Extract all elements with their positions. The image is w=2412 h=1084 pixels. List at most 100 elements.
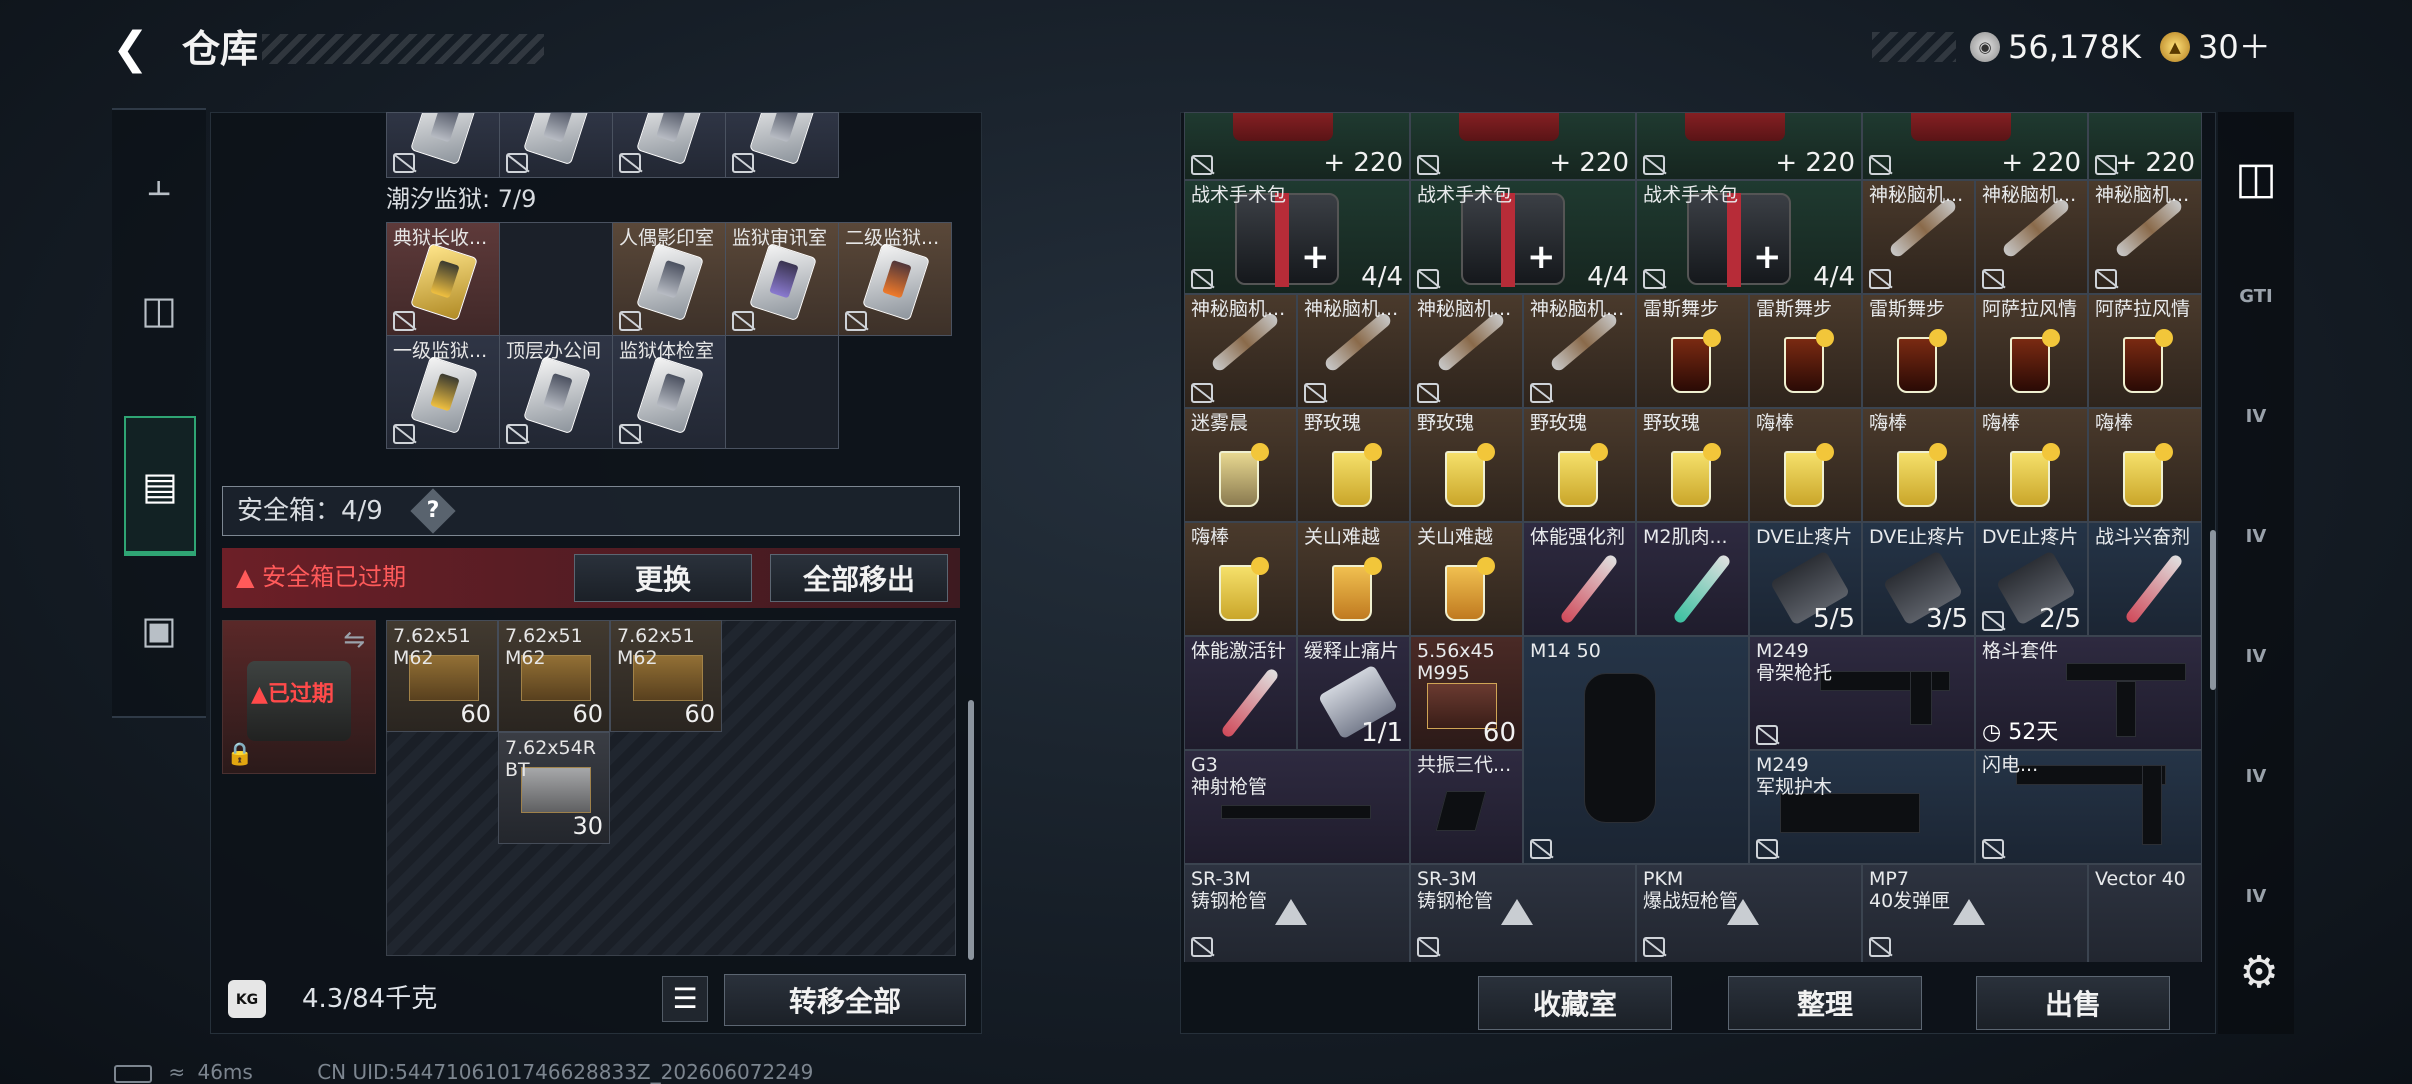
grid-item[interactable]: 野玫瑰 — [1410, 408, 1523, 522]
grid-item[interactable]: 野玫瑰 — [1523, 408, 1636, 522]
organize-button[interactable]: 整理 — [1728, 976, 1922, 1030]
grid-item[interactable]: 战斗兴奋剂 — [2088, 522, 2202, 636]
grid-item[interactable]: 阿萨拉风情 — [1975, 294, 2088, 408]
grid-item[interactable]: DVE止疼片 5/5 — [1749, 522, 1862, 636]
keycard-item[interactable]: 一级监狱... — [386, 335, 500, 449]
grid-item[interactable]: 雷斯舞步 — [1862, 294, 1975, 408]
keycard-slot[interactable] — [386, 112, 500, 178]
timer-badge: ◷ 52天 — [1982, 720, 2059, 745]
keycard-slot[interactable] — [725, 112, 839, 178]
storage-page-4[interactable]: IV — [2218, 480, 2294, 592]
grid-item[interactable]: 关山难越 — [1410, 522, 1523, 636]
ammo-item[interactable]: 7.62x54R BT 30 — [498, 732, 610, 844]
grid-item[interactable]: + 220 — [2088, 112, 2202, 180]
grid-item[interactable]: 神秘脑机... — [1523, 294, 1636, 408]
grid-item[interactable]: 缓释止痛片 1/1 — [1297, 636, 1410, 750]
keycard-slot[interactable] — [612, 112, 726, 178]
keycard-item[interactable]: 人偶影印室 — [612, 222, 726, 336]
grid-item[interactable]: 雷斯舞步 — [1749, 294, 1862, 408]
grid-item[interactable]: 嗨棒 — [2088, 408, 2202, 522]
keycard-item[interactable]: 监狱体检室 — [612, 335, 726, 449]
grid-item[interactable]: 野玫瑰 — [1297, 408, 1410, 522]
keycard-item[interactable]: 典狱长收... — [386, 222, 500, 336]
grid-item[interactable]: 神秘脑机... — [1862, 180, 1975, 294]
grid-item[interactable]: SR-3M 铸钢枪管 — [1410, 864, 1636, 962]
gear-icon[interactable]: ⚙ — [2236, 950, 2282, 996]
expired-tag: ▲已过期 — [251, 682, 334, 707]
transfer-all-button[interactable]: 转移全部 — [724, 974, 966, 1026]
help-icon[interactable]: ? — [417, 495, 449, 527]
right-scrollbar[interactable] — [2210, 530, 2216, 690]
grid-item[interactable]: G3 神射枪管 — [1184, 750, 1410, 864]
left-bottom-bar: KG 4.3/84千克 ☰ 转移全部 — [210, 964, 982, 1034]
backpack-icon: ▤ — [142, 464, 178, 508]
grid-item[interactable]: 战术手术包4/4 — [1636, 180, 1862, 294]
grid-item[interactable]: 体能激活针 — [1184, 636, 1297, 750]
keycard-slot[interactable] — [499, 112, 613, 178]
grid-item[interactable]: + 220 — [1636, 112, 1862, 180]
empty-slot[interactable] — [725, 335, 839, 449]
toolbox-icon: ▣ — [141, 608, 177, 652]
ammo-item[interactable]: 7.62x51 M62 60 — [498, 620, 610, 732]
grid-item[interactable]: 体能强化剂 — [1523, 522, 1636, 636]
grid-item[interactable]: + 220 — [1862, 112, 2088, 180]
storage-page-5[interactable]: IV — [2218, 600, 2294, 712]
keycard-item[interactable]: 监狱审讯室 — [725, 222, 839, 336]
storage-page-6[interactable]: IV — [2218, 720, 2294, 832]
grid-item[interactable]: + 220 — [1184, 112, 1410, 180]
grid-item[interactable]: M2肌肉... — [1636, 522, 1749, 636]
storage-page-7[interactable]: IV — [2218, 840, 2294, 952]
grid-item[interactable]: M249 军规护木 — [1749, 750, 1975, 864]
ammo-item[interactable]: 7.62x51 M62 60 — [610, 620, 722, 732]
ticket-amount[interactable]: 30＋ — [2198, 26, 2271, 68]
grid-item[interactable]: 野玫瑰 — [1636, 408, 1749, 522]
grid-item[interactable]: 嗨棒 — [1184, 522, 1297, 636]
sidebar-tab-backpack[interactable]: ▤ — [124, 416, 196, 556]
move-all-out-button[interactable]: 全部移出 — [770, 554, 948, 602]
grid-item[interactable]: Vector 40 — [2088, 864, 2202, 962]
grid-item[interactable]: 神秘脑机... — [1184, 294, 1297, 408]
grid-item[interactable]: + 220 — [1410, 112, 1636, 180]
grid-item[interactable]: 嗨棒 — [1975, 408, 2088, 522]
grid-item[interactable]: 神秘脑机... — [1410, 294, 1523, 408]
grid-item[interactable]: 共振三代... — [1410, 750, 1523, 864]
sidebar-tab-tools[interactable]: ▣ — [112, 560, 206, 700]
grid-item[interactable]: PKM 爆战短枪管 — [1636, 864, 1862, 962]
grid-item[interactable]: 迷雾晨 — [1184, 408, 1297, 522]
grid-item[interactable]: M14 50 — [1523, 636, 1749, 864]
sell-button[interactable]: 出售 — [1976, 976, 2170, 1030]
storage-page-2[interactable]: GTI — [2218, 240, 2294, 352]
grid-item[interactable]: 格斗套件 ◷ 52天 — [1975, 636, 2202, 750]
grid-item[interactable]: 嗨棒 — [1862, 408, 1975, 522]
grid-item[interactable]: 战术手术包4/4 — [1184, 180, 1410, 294]
collection-room-button[interactable]: 收藏室 — [1478, 976, 1672, 1030]
storage-page-vault[interactable]: ◫ — [2218, 122, 2294, 234]
grid-item[interactable]: 嗨棒 — [1749, 408, 1862, 522]
ammo-item[interactable]: 7.62x51 M62 60 — [386, 620, 498, 732]
keycard-item[interactable]: 二级监狱... — [838, 222, 952, 336]
grid-item[interactable]: MP7 40发弹匣 — [1862, 864, 2088, 962]
replace-button[interactable]: 更换 — [574, 554, 752, 602]
grid-item[interactable]: 神秘脑机... — [2088, 180, 2202, 294]
grid-item[interactable]: 神秘脑机... — [1975, 180, 2088, 294]
grid-item[interactable]: 神秘脑机... — [1297, 294, 1410, 408]
grid-item[interactable]: 战术手术包4/4 — [1410, 180, 1636, 294]
grid-item[interactable]: SR-3M 铸钢枪管 — [1184, 864, 1410, 962]
empty-slot[interactable] — [499, 222, 613, 336]
sidebar-tab-weapons[interactable]: ⫠ — [112, 112, 206, 252]
list-view-button[interactable]: ☰ — [662, 976, 708, 1022]
grid-item[interactable]: M249 骨架枪托 — [1749, 636, 1975, 750]
grid-item[interactable]: 关山难越 — [1297, 522, 1410, 636]
grid-item[interactable]: 雷斯舞步 — [1636, 294, 1749, 408]
back-button[interactable]: ❮ — [112, 24, 158, 74]
grid-item[interactable]: DVE止疼片 3/5 — [1862, 522, 1975, 636]
ticket-icon: ▲ — [2160, 32, 2190, 62]
grid-item[interactable]: DVE止疼片 2/5 — [1975, 522, 2088, 636]
storage-page-3[interactable]: IV — [2218, 360, 2294, 472]
grid-item[interactable]: 阿萨拉风情 — [2088, 294, 2202, 408]
keycard-item[interactable]: 顶层办公间 — [499, 335, 613, 449]
sidebar-tab-armor[interactable]: ◫ — [112, 240, 206, 380]
grid-item[interactable]: 闪电... — [1975, 750, 2202, 864]
left-scrollbar[interactable] — [968, 700, 974, 960]
grid-item[interactable]: 5.56x45 M995 60 — [1410, 636, 1523, 750]
